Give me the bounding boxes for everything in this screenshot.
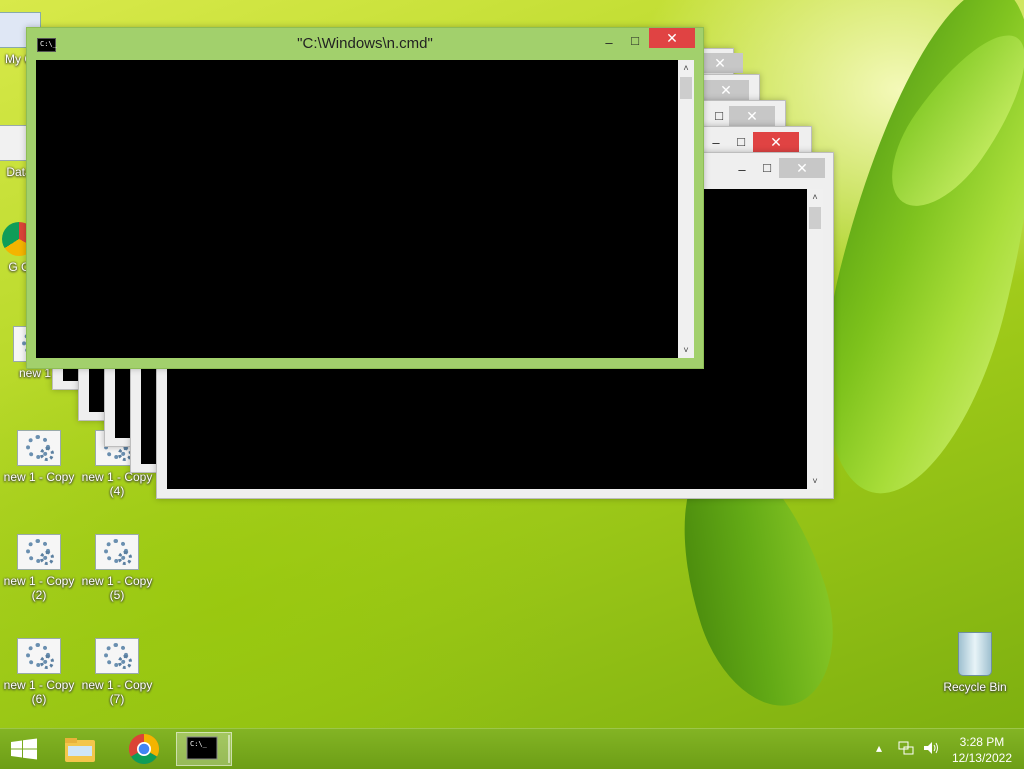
desktop-icon-label: new 1 - Copy (6) — [3, 678, 75, 706]
scroll-down-arrow[interactable]: ˅ — [807, 473, 823, 489]
windows-logo-icon — [11, 738, 37, 760]
minimize-button[interactable]: – — [599, 33, 619, 53]
title-bar[interactable]: C:\_ "C:\Windows\n.cmd" – □ ✕ — [27, 28, 703, 58]
scroll-thumb[interactable] — [809, 207, 821, 229]
vertical-scrollbar[interactable]: ˄ ˅ — [678, 60, 694, 358]
settings-file-icon — [17, 534, 61, 570]
network-icon[interactable] — [898, 740, 914, 759]
close-button[interactable]: ✕ — [703, 80, 749, 100]
settings-file-icon — [95, 534, 139, 570]
scroll-down-arrow[interactable]: ˅ — [678, 342, 694, 358]
console-output[interactable] — [36, 60, 678, 358]
taskbar-chrome[interactable] — [120, 732, 168, 766]
cmd-icon: C:\_ — [186, 735, 230, 763]
taskbar: C:\_ ▴ 3:28 PM 12/13/2022 — [0, 728, 1024, 769]
recycle-bin-icon — [958, 632, 992, 676]
scroll-up-arrow[interactable]: ˄ — [678, 60, 694, 76]
system-clock[interactable]: 3:28 PM 12/13/2022 — [952, 734, 1012, 766]
clock-date: 12/13/2022 — [951, 751, 1012, 765]
desktop: My C Data G C new 1 new 1 - Copy new 1 -… — [0, 0, 1024, 728]
desktop-icon-label: new 1 - Copy — [3, 470, 75, 484]
desktop-icon-new1-copy-7[interactable]: new 1 - Copy (7) — [78, 638, 156, 706]
start-button[interactable] — [0, 732, 48, 766]
desktop-icon-new1-copy-6[interactable]: new 1 - Copy (6) — [0, 638, 78, 706]
scroll-up-arrow[interactable]: ˄ — [807, 189, 823, 205]
scroll-thumb[interactable] — [680, 77, 692, 99]
close-button[interactable]: ✕ — [649, 28, 695, 48]
desktop-icon-label: new 1 - Copy (2) — [3, 574, 75, 602]
desktop-icon-new1-copy-2[interactable]: new 1 - Copy (2) — [0, 534, 78, 602]
desktop-icon-new1-copy[interactable]: new 1 - Copy — [0, 430, 78, 484]
maximize-button[interactable]: □ — [757, 158, 777, 178]
console-window-active[interactable]: C:\_ "C:\Windows\n.cmd" – □ ✕ ˄ ˅ — [26, 27, 704, 369]
settings-file-icon — [95, 638, 139, 674]
close-button[interactable]: ✕ — [753, 132, 799, 152]
desktop-icon-label: new 1 - Copy (4) — [81, 470, 153, 498]
file-explorer-icon — [65, 738, 95, 762]
clock-time: 3:28 PM — [959, 735, 1005, 749]
volume-icon[interactable] — [922, 740, 940, 759]
settings-file-icon — [17, 638, 61, 674]
chrome-icon — [128, 734, 160, 765]
desktop-icon-label: new 1 - Copy (5) — [81, 574, 153, 602]
maximize-button[interactable]: □ — [625, 31, 645, 51]
desktop-icon-new1-copy-5[interactable]: new 1 - Copy (5) — [78, 534, 156, 602]
taskbar-cmd[interactable]: C:\_ — [176, 732, 232, 766]
desktop-icon-label: new 1 - Copy (7) — [81, 678, 153, 706]
taskbar-file-explorer[interactable] — [56, 732, 104, 766]
maximize-button[interactable]: □ — [709, 106, 729, 126]
svg-text:C:\_: C:\_ — [190, 740, 208, 748]
settings-file-icon — [17, 430, 61, 466]
close-button[interactable]: ✕ — [779, 158, 825, 178]
close-button[interactable]: ✕ — [729, 106, 775, 126]
vertical-scrollbar[interactable]: ˄ ˅ — [807, 189, 823, 489]
minimize-button[interactable]: – — [706, 133, 726, 153]
show-hidden-icons-button[interactable]: ▴ — [876, 741, 882, 755]
maximize-button[interactable]: □ — [731, 132, 751, 152]
minimize-button[interactable]: – — [732, 160, 752, 180]
desktop-icon-label: Recycle Bin — [943, 680, 1007, 694]
desktop-icon-recycle-bin[interactable]: Recycle Bin — [936, 632, 1014, 694]
